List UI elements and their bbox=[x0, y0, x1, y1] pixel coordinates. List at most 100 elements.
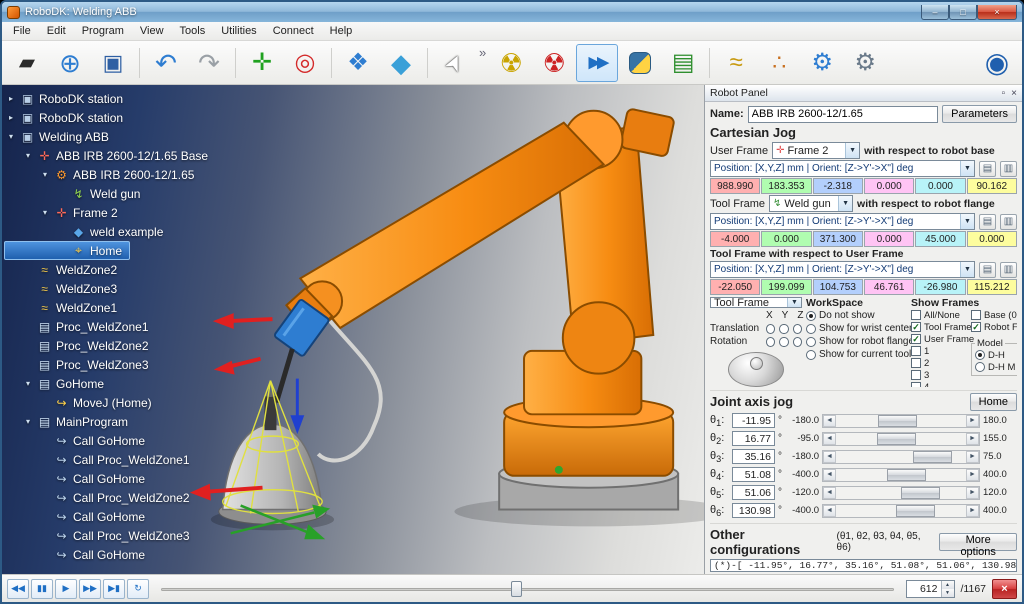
menu-help[interactable]: Help bbox=[322, 23, 361, 39]
play-button[interactable]: ▶ bbox=[55, 579, 77, 599]
radio-do-not-show[interactable]: Do not show bbox=[806, 309, 907, 322]
pose-cell-x[interactable]: -4.000 bbox=[710, 231, 760, 247]
tree-expand-icon[interactable]: ▾ bbox=[26, 417, 37, 426]
save-station-button[interactable]: ▣ bbox=[92, 44, 134, 82]
checkbox-1[interactable]: 1 bbox=[911, 345, 967, 357]
slider-track[interactable] bbox=[836, 487, 966, 499]
slider-thumb[interactable] bbox=[887, 469, 926, 481]
toolbar-overflow-icon[interactable]: » bbox=[476, 45, 489, 60]
robot-arm[interactable] bbox=[286, 108, 678, 509]
tree-item-call-proc-weldzone2[interactable]: ↪Call Proc_WeldZone2 bbox=[4, 488, 198, 507]
copy-pose-button[interactable]: ▤ bbox=[979, 214, 996, 230]
position-format-combo[interactable]: Position: [X,Y,Z] mm | Orient: [Z->Y'->X… bbox=[710, 213, 975, 230]
menu-tools[interactable]: Tools bbox=[172, 23, 214, 39]
pose-cell-rx[interactable]: 0.000 bbox=[967, 231, 1017, 247]
slider-track[interactable] bbox=[836, 505, 966, 517]
slider-right-arrow-icon[interactable]: ► bbox=[966, 469, 979, 481]
pose-cell-z[interactable]: 104.753 bbox=[813, 279, 863, 295]
copy-pose-button[interactable]: ▤ bbox=[979, 262, 996, 278]
tree-item-abb-irb-2600-12-1-65[interactable]: ▾⚙ABB IRB 2600-12/1.65 bbox=[4, 165, 202, 184]
pose-cell-y[interactable]: 0.000 bbox=[761, 231, 811, 247]
add-program-button[interactable]: ▤ bbox=[662, 44, 704, 82]
timeline-thumb[interactable] bbox=[511, 581, 522, 597]
tool-frame-combo[interactable]: ↯ Weld gun ▼ bbox=[769, 195, 853, 212]
pose-cell-ry[interactable]: 45.000 bbox=[915, 231, 965, 247]
tree-item-home[interactable]: ⌖Home bbox=[4, 241, 130, 260]
check-collisions-button[interactable]: ☢ bbox=[490, 44, 532, 82]
add-reference-frame-button[interactable]: ✛ bbox=[241, 44, 283, 82]
slider-left-arrow-icon[interactable]: ◄ bbox=[823, 469, 836, 481]
position-format-combo[interactable]: Position: [X,Y,Z] mm | Orient: [Z->Y'->X… bbox=[710, 160, 975, 177]
joint-5-slider[interactable]: ◄► bbox=[822, 486, 980, 500]
robot-name-input[interactable] bbox=[748, 106, 939, 123]
jog-reference-combo[interactable]: Tool Frame ▼ bbox=[710, 297, 802, 308]
joint-4-slider[interactable]: ◄► bbox=[822, 468, 980, 482]
joint-1-value-input[interactable]: -11.95 bbox=[732, 413, 775, 428]
maximize-button[interactable]: □ bbox=[949, 5, 977, 20]
tree-item-proc-weldzone2[interactable]: ▤Proc_WeldZone2 bbox=[4, 336, 157, 355]
translation-z-radio[interactable] bbox=[793, 324, 802, 334]
add-curve-project-button[interactable]: ≈ bbox=[715, 44, 757, 82]
joint-1-slider[interactable]: ◄► bbox=[822, 414, 980, 428]
panel-close-icon[interactable]: × bbox=[1011, 88, 1017, 99]
tree-item-weldzone1[interactable]: ≈WeldZone1 bbox=[4, 298, 125, 317]
robot-machining-project-button[interactable]: ⚙ bbox=[801, 44, 843, 82]
joint-6-value-input[interactable]: 130.98 bbox=[732, 503, 775, 518]
loop-button[interactable]: ↻ bbox=[127, 579, 149, 599]
tree-expand-icon[interactable]: ▾ bbox=[26, 151, 37, 160]
joint-3-value-input[interactable]: 35.16 bbox=[732, 449, 775, 464]
user-frame-combo[interactable]: ✛ Frame 2 ▼ bbox=[772, 142, 860, 159]
skip-end-button[interactable]: ▶▮ bbox=[103, 579, 125, 599]
joint-5-value-input[interactable]: 51.06 bbox=[732, 485, 775, 500]
close-window-button[interactable]: × bbox=[977, 5, 1017, 20]
workpiece[interactable] bbox=[219, 392, 326, 524]
pose-cell-x[interactable]: -22.050 bbox=[710, 279, 760, 295]
pose-cell-y[interactable]: 199.099 bbox=[761, 279, 811, 295]
tree-item-mainprogram[interactable]: ▾▤MainProgram bbox=[4, 412, 136, 431]
tree-item-frame-2[interactable]: ▾✛Frame 2 bbox=[4, 203, 126, 222]
slider-right-arrow-icon[interactable]: ► bbox=[966, 451, 979, 463]
menu-edit[interactable]: Edit bbox=[39, 23, 74, 39]
robot-paint-project-button[interactable]: ⚙ bbox=[844, 44, 886, 82]
jog-dial[interactable] bbox=[728, 352, 784, 387]
slider-thumb[interactable] bbox=[878, 415, 917, 427]
joint-2-value-input[interactable]: 16.77 bbox=[732, 431, 775, 446]
frame-value[interactable]: 612 bbox=[907, 581, 941, 597]
radio-d-h-m[interactable]: D-H M bbox=[975, 361, 1017, 373]
tree-expand-icon[interactable]: ▾ bbox=[9, 132, 20, 141]
tree-item-movej-home[interactable]: ↪MoveJ (Home) bbox=[4, 393, 160, 412]
slider-right-arrow-icon[interactable]: ► bbox=[966, 433, 979, 445]
frame-spinner[interactable]: 612 ▲ ▼ bbox=[906, 580, 955, 598]
rotation-z-radio[interactable] bbox=[793, 337, 802, 347]
robot-panel-header[interactable]: Robot Panel ▫ × bbox=[705, 85, 1022, 102]
pose-cell-ry[interactable]: -26.980 bbox=[915, 279, 965, 295]
tree-item-weld-gun[interactable]: ↯Weld gun bbox=[4, 184, 148, 203]
tree-expand-icon[interactable]: ▸ bbox=[9, 94, 20, 103]
pose-cell-rz[interactable]: 46.761 bbox=[864, 279, 914, 295]
slider-right-arrow-icon[interactable]: ► bbox=[966, 487, 979, 499]
tree-item-weldzone3[interactable]: ≈WeldZone3 bbox=[4, 279, 125, 298]
tree-item-gohome[interactable]: ▾▤GoHome bbox=[4, 374, 112, 393]
fast-forward-button[interactable]: ▶▶ bbox=[79, 579, 101, 599]
open-online-library-button[interactable]: ⊕ bbox=[49, 44, 91, 82]
slider-right-arrow-icon[interactable]: ► bbox=[966, 415, 979, 427]
joint-4-value-input[interactable]: 51.08 bbox=[732, 467, 775, 482]
slider-left-arrow-icon[interactable]: ◄ bbox=[823, 505, 836, 517]
checkbox-4[interactable]: 4 bbox=[911, 381, 967, 387]
tree-item-call-gohome[interactable]: ↪Call GoHome bbox=[4, 469, 153, 488]
checkbox-3[interactable]: 3 bbox=[911, 369, 967, 381]
tree-item-robodk-station[interactable]: ▸▣RoboDK station bbox=[4, 89, 131, 108]
slider-left-arrow-icon[interactable]: ◄ bbox=[823, 487, 836, 499]
pose-cell-ry[interactable]: 0.000 bbox=[915, 178, 965, 194]
menu-program[interactable]: Program bbox=[74, 23, 132, 39]
stop-simulation-button[interactable]: × bbox=[992, 579, 1017, 599]
slider-track[interactable] bbox=[836, 451, 966, 463]
tree-item-call-proc-weldzone1[interactable]: ↪Call Proc_WeldZone1 bbox=[4, 450, 198, 469]
paste-pose-button[interactable]: ▥ bbox=[1000, 161, 1017, 177]
paste-pose-button[interactable]: ▥ bbox=[1000, 262, 1017, 278]
rewind-button[interactable]: ◀◀ bbox=[7, 579, 29, 599]
menu-connect[interactable]: Connect bbox=[265, 23, 322, 39]
radio-show-for-wrist-center[interactable]: Show for wrist center bbox=[806, 322, 907, 335]
titlebar[interactable]: RoboDK: Welding ABB – □ × bbox=[2, 2, 1022, 22]
slider-thumb[interactable] bbox=[913, 451, 952, 463]
